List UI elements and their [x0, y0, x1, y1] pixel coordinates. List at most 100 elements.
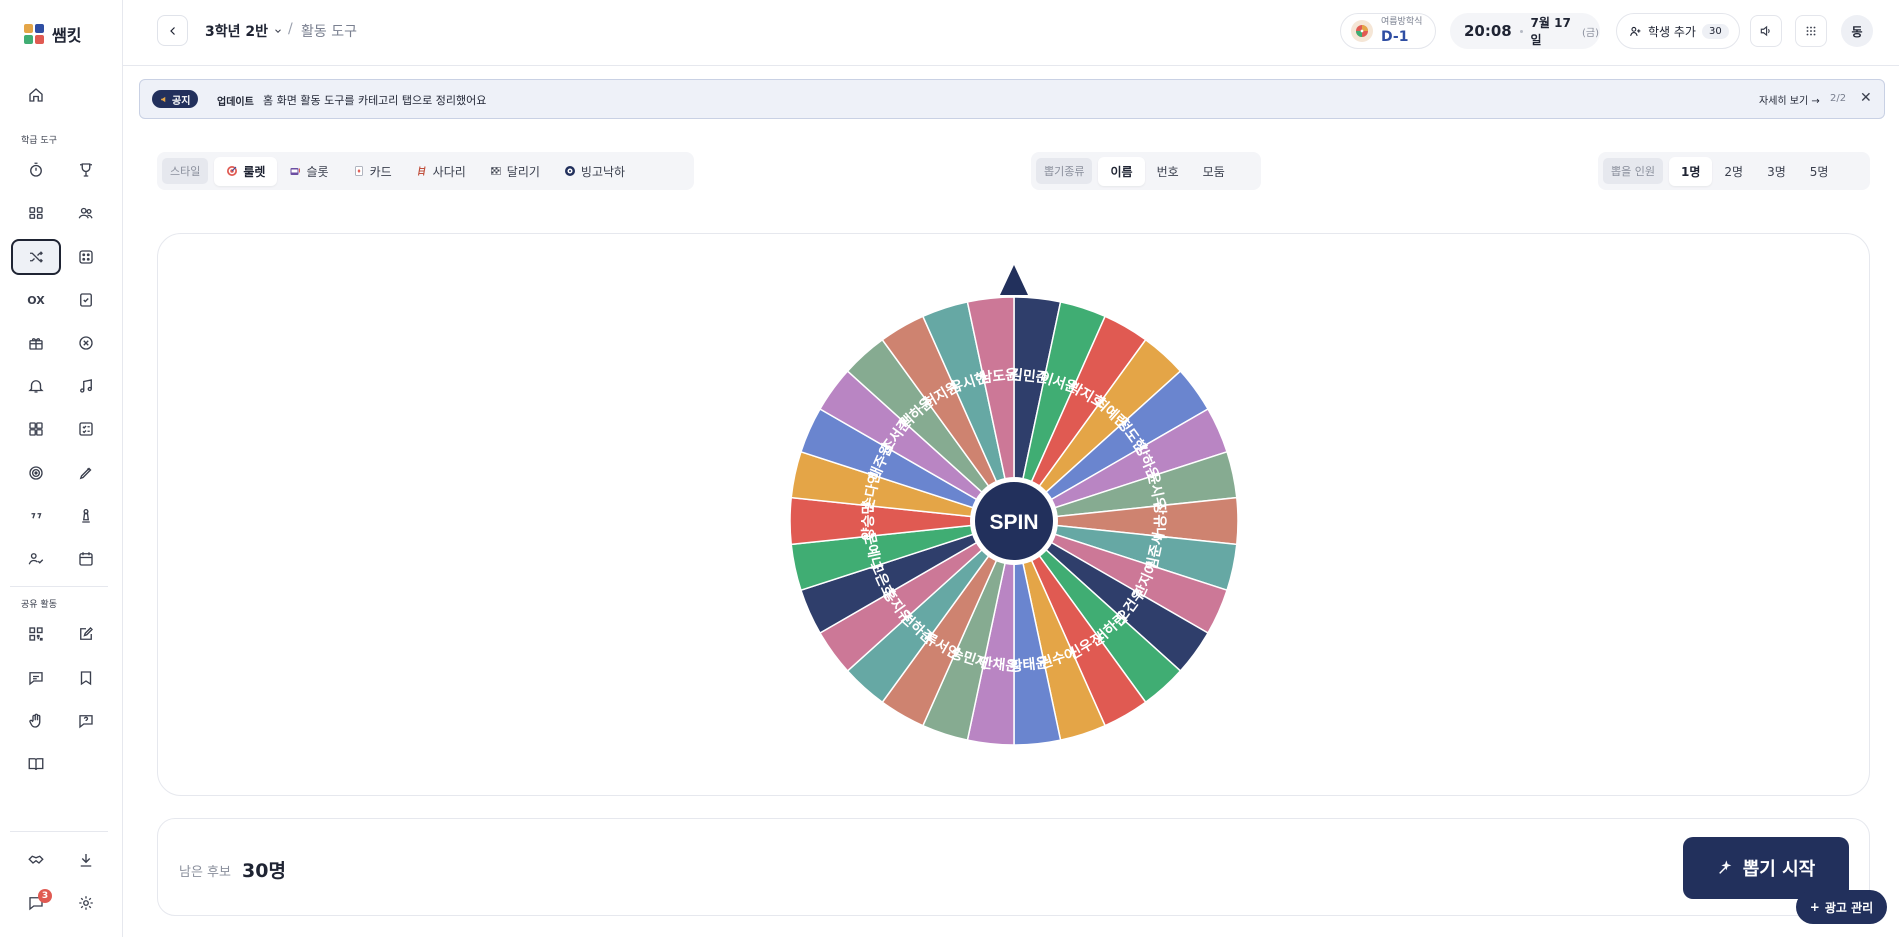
style-option-slot[interactable]: 슬롯: [277, 157, 340, 186]
wand-icon: [1718, 860, 1732, 874]
qr-grid-icon[interactable]: [11, 411, 61, 447]
quote-icon[interactable]: [11, 498, 61, 534]
question-chat-icon[interactable]: [61, 703, 111, 739]
timer-icon[interactable]: [11, 152, 61, 188]
notice-more-link[interactable]: 자세히 보기 →: [1759, 92, 1820, 107]
top-header: 3학년 2반 / 활동 도구 여름방학식 D-1 20:08 7월 17일 (금…: [123, 0, 1899, 66]
page-title: 활동 도구: [301, 24, 357, 40]
pen-icon[interactable]: [61, 455, 111, 491]
sound-button[interactable]: [1750, 15, 1782, 47]
message-icon[interactable]: [11, 660, 61, 696]
class-selector[interactable]: 3학년 2반: [205, 21, 283, 41]
logo-icon: [24, 24, 44, 44]
bottom-bar: 남은 후보 30명 뽑기 시작: [157, 818, 1870, 916]
checkered-flag-icon: [491, 167, 501, 175]
bell-icon[interactable]: [11, 368, 61, 404]
start-pick-label: 뽑기 시작: [1742, 859, 1816, 880]
remaining-count: 30명: [242, 860, 286, 882]
close-icon[interactable]: ✕: [1860, 90, 1872, 106]
book-open-icon[interactable]: [11, 746, 61, 782]
notice-page-indicator: 2/2: [1830, 93, 1847, 104]
target-icon[interactable]: [11, 455, 61, 491]
style-option-roulette[interactable]: 룰렛: [214, 156, 278, 186]
ox-quiz-icon[interactable]: OX: [11, 282, 61, 318]
pick-type-selector: 뽑기종류 이름 번호 모둠: [1031, 152, 1261, 190]
pick-count-2[interactable]: 2명: [1712, 157, 1755, 186]
style-selector: 스타일 룰렛 슬롯 카드 사다리 달리기 빙고낙하: [157, 152, 694, 190]
class-name: 3학년 2반: [205, 24, 268, 40]
current-date: 7월 17일: [1530, 16, 1571, 47]
style-option-label: 사다리: [432, 164, 466, 179]
pick-count-5[interactable]: 5명: [1798, 157, 1841, 186]
dice-icon[interactable]: [61, 239, 111, 275]
slot-machine-icon: [290, 168, 301, 175]
gift-icon[interactable]: [11, 325, 61, 361]
event-dday: D-1: [1381, 29, 1409, 45]
checklist-icon[interactable]: [61, 282, 111, 318]
roulette-wheel[interactable]: 김민준이서윤박지호최예린정도현강하은윤시우장유나임준서한지아오건우서하린신우진권…: [788, 259, 1240, 759]
shuffle-icon[interactable]: [11, 239, 61, 275]
users-icon[interactable]: [61, 195, 111, 231]
app-name: 쌤킷: [52, 26, 82, 45]
calendar-icon[interactable]: [61, 541, 111, 577]
ladder-icon: [417, 166, 426, 176]
pick-count-3[interactable]: 3명: [1755, 157, 1798, 186]
trophy-icon[interactable]: [61, 152, 111, 188]
add-student-label: 학생 추가: [1648, 24, 1696, 39]
edit-square-icon[interactable]: [61, 616, 111, 652]
style-option-bingo-drop[interactable]: 빙고낙하: [552, 157, 637, 186]
pick-count-1[interactable]: 1명: [1668, 156, 1713, 186]
apps-grid-icon: [1806, 26, 1816, 36]
home-icon[interactable]: [11, 77, 61, 113]
current-weekday: (금): [1581, 27, 1599, 39]
user-plus-icon: [1630, 26, 1641, 36]
back-button[interactable]: [157, 15, 188, 46]
card-icon: [354, 166, 363, 176]
chat-notification-badge: 3: [38, 889, 52, 903]
target-icon: [227, 166, 238, 176]
pick-type-number[interactable]: 번호: [1145, 157, 1191, 186]
cancel-circle-icon[interactable]: [61, 325, 111, 361]
style-option-race[interactable]: 달리기: [478, 157, 552, 186]
student-count-badge: 30: [1701, 23, 1729, 39]
logo[interactable]: 쌤킷: [24, 22, 81, 46]
spin-label: SPIN: [989, 511, 1038, 534]
style-option-card[interactable]: 카드: [341, 157, 404, 186]
chevron-left-icon: [169, 26, 175, 35]
bingo-ball-icon: [564, 166, 575, 176]
wheel-pointer-icon: [1000, 265, 1028, 295]
chat-icon[interactable]: [11, 885, 61, 921]
grid-icon[interactable]: [11, 195, 61, 231]
qr-code-icon[interactable]: [11, 616, 61, 652]
notice-tag: 공지: [152, 90, 199, 108]
apps-button[interactable]: [1795, 15, 1827, 47]
current-time: 20:08: [1464, 22, 1512, 40]
bookmark-icon[interactable]: [61, 660, 111, 696]
notice-category: 업데이트: [217, 97, 254, 108]
style-selector-label: 스타일: [162, 158, 209, 184]
add-student-button[interactable]: 학생 추가 30: [1616, 13, 1740, 49]
task-list-icon[interactable]: [61, 411, 111, 447]
remaining-label: 남은 후보: [179, 865, 231, 880]
user-check-icon[interactable]: [11, 541, 61, 577]
ad-manage-button[interactable]: + 광고 관리: [1796, 890, 1887, 924]
hand-raise-icon[interactable]: [11, 703, 61, 739]
clock-pill: 20:08 7월 17일 (금): [1450, 13, 1600, 49]
notice-banner[interactable]: 공지 업데이트 홈 화면 활동 도구를 카테고리 탭으로 정리했어요 자세히 보…: [139, 79, 1885, 119]
speaker-icon: [1760, 25, 1770, 37]
music-icon[interactable]: [61, 368, 111, 404]
event-label: 여름방학식: [1381, 17, 1423, 27]
chess-pawn-icon[interactable]: [61, 498, 111, 534]
style-option-ladder[interactable]: 사다리: [404, 157, 478, 186]
pick-type-name[interactable]: 이름: [1098, 156, 1145, 186]
event-dday-pill[interactable]: 여름방학식 D-1: [1340, 13, 1436, 49]
chevron-down-icon: [275, 29, 281, 33]
pick-type-group[interactable]: 모둠: [1191, 157, 1237, 186]
style-option-label: 룰렛: [243, 164, 266, 179]
sidebar: 쌤킷 학급 도구 OX 공유 활동 3: [0, 0, 123, 937]
avatar[interactable]: 동: [1841, 15, 1873, 47]
gear-icon[interactable]: [61, 885, 111, 921]
handshake-icon[interactable]: [11, 842, 61, 878]
ad-manage-label: 광고 관리: [1824, 900, 1874, 915]
download-icon[interactable]: [61, 842, 111, 878]
